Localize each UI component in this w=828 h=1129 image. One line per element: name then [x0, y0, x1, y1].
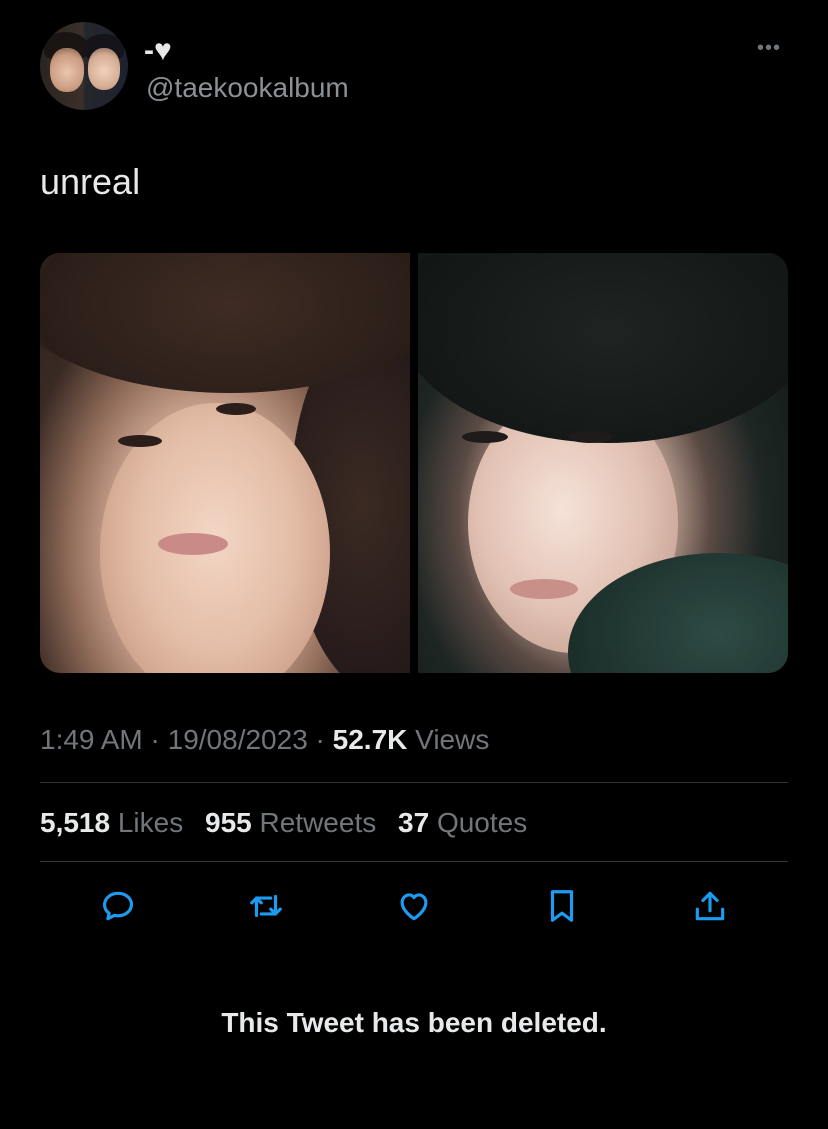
likes-count: 5,518	[40, 807, 111, 838]
share-button[interactable]	[688, 884, 732, 928]
reply-icon	[102, 891, 134, 921]
photo-detail	[418, 253, 788, 443]
retweets-count: 955	[205, 807, 252, 838]
like-button[interactable]	[392, 884, 436, 928]
divider	[40, 861, 788, 862]
tweet-header: -♥ @taekookalbum •••	[40, 22, 788, 112]
likes-label: Likes	[117, 807, 184, 838]
action-bar	[40, 884, 788, 928]
photo-detail	[568, 431, 612, 443]
retweets-label: Retweets	[259, 807, 377, 838]
deleted-notice: This Tweet has been deleted.	[221, 1007, 607, 1038]
views-count: 52.7K	[332, 724, 408, 755]
retweets-stat[interactable]: 955 Retweets	[205, 807, 376, 838]
user-handle[interactable]: @taekookalbum	[146, 72, 349, 104]
avatar-face-left	[50, 48, 84, 92]
tweet-date[interactable]: 19/08/2023	[168, 724, 308, 755]
retweet-icon	[250, 894, 282, 918]
media-photo-right[interactable]	[418, 253, 788, 673]
tweet-time[interactable]: 1:49 AM	[40, 724, 143, 755]
tweet-media	[40, 253, 788, 673]
quotes-label: Quotes	[436, 807, 528, 838]
more-options-icon[interactable]: •••	[752, 38, 786, 58]
meta-separator: ·	[142, 724, 168, 755]
meta-separator: ·	[307, 724, 333, 755]
retweet-button[interactable]	[244, 884, 288, 928]
bookmark-icon	[550, 890, 574, 922]
photo-detail	[158, 533, 228, 555]
reply-button[interactable]	[96, 884, 140, 928]
bookmark-button[interactable]	[540, 884, 584, 928]
quotes-count: 37	[398, 807, 430, 838]
photo-detail	[40, 253, 410, 393]
avatar-face-right	[88, 48, 120, 90]
likes-stat[interactable]: 5,518 Likes	[40, 807, 183, 838]
share-icon	[695, 891, 725, 921]
tweet-metadata: 1:49 AM · 19/08/2023 · 52.7K Views	[40, 722, 489, 758]
photo-detail	[510, 579, 578, 599]
quotes-stat[interactable]: 37 Quotes	[398, 807, 527, 838]
photo-detail	[462, 431, 508, 443]
engagement-stats: 5,518 Likes 955 Retweets 37 Quotes	[40, 805, 541, 841]
photo-detail	[216, 403, 256, 415]
like-icon	[400, 893, 428, 921]
divider	[40, 782, 788, 783]
views-label: Views	[415, 724, 490, 755]
display-name[interactable]: -♥	[144, 34, 172, 68]
media-photo-left[interactable]	[40, 253, 410, 673]
tweet-text: unreal	[40, 161, 141, 202]
photo-detail	[118, 435, 162, 447]
avatar[interactable]	[40, 22, 128, 110]
